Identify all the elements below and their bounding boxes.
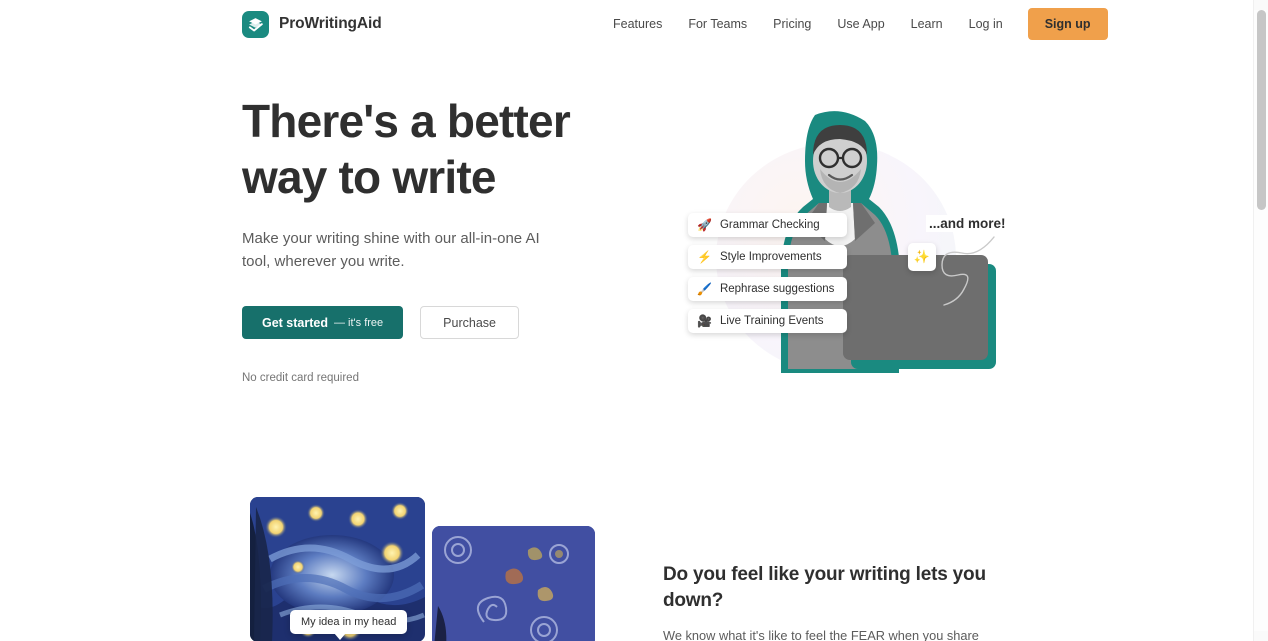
nav-item-for-teams[interactable]: For Teams: [675, 11, 760, 37]
brand-name: ProWritingAid: [279, 15, 382, 32]
hero-subtitle: Make your writing shine with our all-in-…: [242, 230, 540, 270]
nav-item-use-app[interactable]: Use App: [824, 11, 897, 37]
idea-in-my-head-caption: My idea in my head: [290, 610, 408, 640]
hero-copy: There's a better way to write Make your …: [242, 93, 642, 384]
sign-up-button[interactable]: Sign up: [1027, 8, 1108, 40]
nav-item-learn[interactable]: Learn: [898, 11, 956, 37]
feature-chip-label: Grammar Checking: [719, 219, 820, 231]
simplified-starry-night-card: [432, 526, 595, 641]
hero-illustration: 🚀 Grammar Checking ⚡ Style Improvements …: [660, 103, 1020, 433]
feature-chip-list: 🚀 Grammar Checking ⚡ Style Improvements …: [688, 213, 848, 333]
feature-chip-label: Rephrase suggestions: [719, 283, 835, 295]
lightning-bolt-icon: ⚡: [697, 250, 712, 264]
hero-title-line-2: way to write: [242, 151, 496, 203]
get-started-label: Get started: [262, 315, 328, 330]
section-two-copy: Do you feel like your writing lets you d…: [663, 562, 1023, 641]
hero-cta-group: Get started — it's free Purchase: [242, 306, 642, 339]
page-viewport: ProWritingAid Features For Teams Pricing…: [0, 0, 1253, 641]
feature-chip-live-training-events: 🎥 Live Training Events: [688, 309, 848, 333]
feature-chip-label: Style Improvements: [719, 251, 822, 263]
sparkles-icon: ✨: [908, 243, 936, 271]
scroll-up-arrow[interactable]: [1254, 0, 1268, 10]
vertical-scroll-thumb[interactable]: [1257, 10, 1266, 210]
video-camera-icon: 🎥: [697, 314, 712, 328]
feature-chip-label: Live Training Events: [719, 315, 824, 327]
and-more-label: ...and more!: [926, 215, 1009, 232]
no-credit-card-note: No credit card required: [242, 372, 359, 384]
section-two-title: Do you feel like your writing lets you d…: [663, 564, 986, 611]
nav-item-log-in[interactable]: Log in: [956, 11, 1016, 37]
main-navigation: Features For Teams Pricing Use App Learn…: [600, 8, 1108, 40]
hero-section: There's a better way to write Make your …: [0, 48, 1253, 478]
rocket-icon: 🚀: [697, 218, 712, 232]
nav-item-pricing[interactable]: Pricing: [760, 11, 824, 37]
painting-comparison-graphic: My idea in my head: [250, 497, 595, 641]
nav-item-features[interactable]: Features: [600, 11, 675, 37]
hero-title: There's a better way to write: [242, 93, 642, 205]
vertical-scrollbar[interactable]: [1253, 0, 1268, 641]
site-header: ProWritingAid Features For Teams Pricing…: [0, 0, 1253, 48]
purchase-button[interactable]: Purchase: [420, 306, 519, 339]
section-two-body: We know what it's like to feel the FEAR …: [663, 628, 979, 641]
get-started-button[interactable]: Get started — it's free: [242, 306, 404, 339]
get-started-free-note: — it's free: [334, 316, 384, 329]
feature-chip-rephrase-suggestions: 🖌️ Rephrase suggestions: [688, 277, 848, 301]
scroll-down-arrow[interactable]: [1254, 631, 1268, 641]
prowritingaid-logo-icon: [242, 10, 269, 38]
feature-chip-grammar-checking: 🚀 Grammar Checking: [688, 213, 848, 237]
feature-chip-style-improvements: ⚡ Style Improvements: [688, 245, 848, 269]
brand-logo-link[interactable]: ProWritingAid: [242, 10, 382, 38]
paintbrush-icon: 🖌️: [697, 282, 712, 296]
writing-lets-you-down-section: My idea in my head Do you feel like your…: [0, 478, 1253, 641]
hero-title-line-1: There's a better: [242, 95, 571, 147]
